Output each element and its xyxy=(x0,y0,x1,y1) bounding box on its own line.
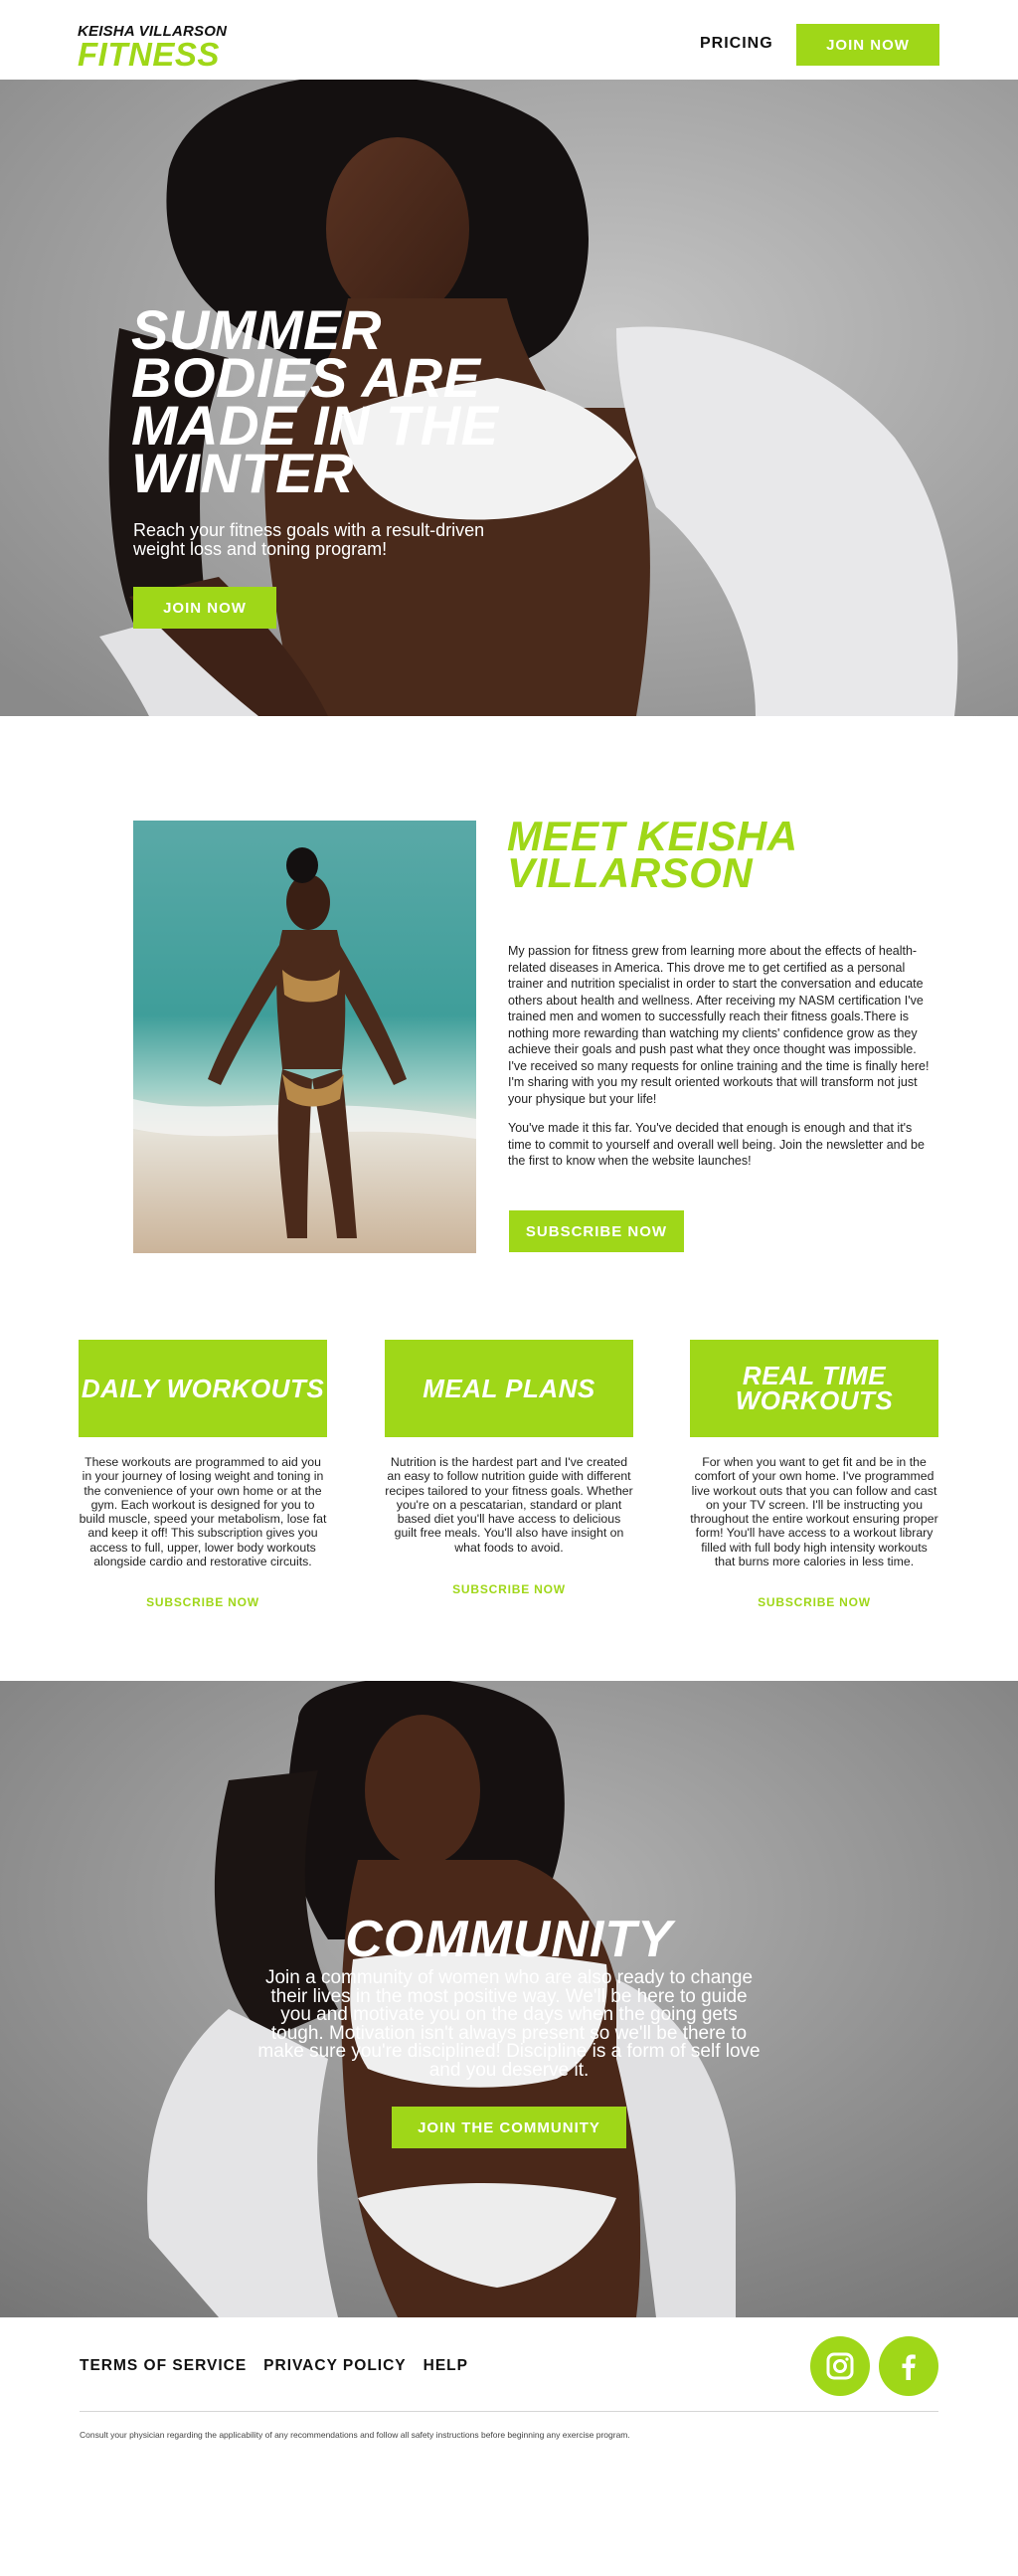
feature-text-daily-workouts: These workouts are programmed to aid you… xyxy=(79,1455,327,1569)
header-join-button[interactable]: JOIN NOW xyxy=(796,24,939,66)
brand-fitness: FITNESS xyxy=(78,36,220,73)
brand-logo[interactable]: KEISHA VILLARSON FITNESS xyxy=(78,24,227,73)
about-subscribe-button[interactable]: SUBSCRIBE NOW xyxy=(509,1210,684,1252)
feature-subscribe-link-2[interactable]: SUBSCRIBE NOW xyxy=(385,1582,633,1596)
community-section: COMMUNITY Join a community of women who … xyxy=(0,1681,1018,2317)
community-text: Join a community of women who are also r… xyxy=(257,1967,761,2081)
about-paragraph-1: My passion for fitness grew from learnin… xyxy=(508,944,930,1106)
feature-subscribe-link-3[interactable]: SUBSCRIBE NOW xyxy=(690,1595,938,1609)
join-community-button[interactable]: JOIN THE COMMUNITY xyxy=(392,2107,626,2148)
hero-section: SUMMER BODIES ARE MADE IN THE WINTER Rea… xyxy=(0,80,1018,716)
hero-subtitle: Reach your fitness goals with a result-d… xyxy=(133,520,485,559)
feature-subscribe-link-1[interactable]: SUBSCRIBE NOW xyxy=(79,1595,327,1609)
nav-pricing-link[interactable]: PRICING xyxy=(700,35,773,53)
privacy-policy-link[interactable]: PRIVACY POLICY xyxy=(263,2357,406,2375)
keisha-beach-photo xyxy=(133,821,476,1253)
site-header: KEISHA VILLARSON FITNESS PRICING JOIN NO… xyxy=(0,0,1018,80)
about-heading: MEET KEISHA VILLARSON xyxy=(507,813,796,896)
feature-card-meal-plans: MEAL PLANS xyxy=(385,1340,633,1437)
feature-card-daily-workouts: DAILY WORKOUTS xyxy=(79,1340,327,1437)
facebook-icon[interactable] xyxy=(879,2336,938,2396)
feature-text-real-time-workouts: For when you want to get fit and be in t… xyxy=(690,1455,938,1569)
footer-divider xyxy=(80,2411,938,2412)
terms-of-service-link[interactable]: TERMS OF SERVICE xyxy=(80,2357,247,2375)
hero-title: SUMMER BODIES ARE MADE IN THE WINTER xyxy=(131,298,499,504)
hero-join-button[interactable]: JOIN NOW xyxy=(133,587,276,629)
community-title: COMMUNITY xyxy=(345,1911,673,1968)
feature-card-real-time-workouts: REAL TIME WORKOUTS xyxy=(690,1340,938,1437)
feature-text-meal-plans: Nutrition is the hardest part and I've c… xyxy=(385,1455,633,1555)
about-paragraph-2: You've made it this far. You've decided … xyxy=(508,1121,925,1168)
instagram-icon[interactable] xyxy=(810,2336,870,2396)
help-link[interactable]: HELP xyxy=(424,2357,468,2375)
footer-nav: TERMS OF SERVICE PRIVACY POLICY HELP xyxy=(80,2357,468,2375)
footer-disclaimer: Consult your physician regarding the app… xyxy=(80,2430,630,2440)
